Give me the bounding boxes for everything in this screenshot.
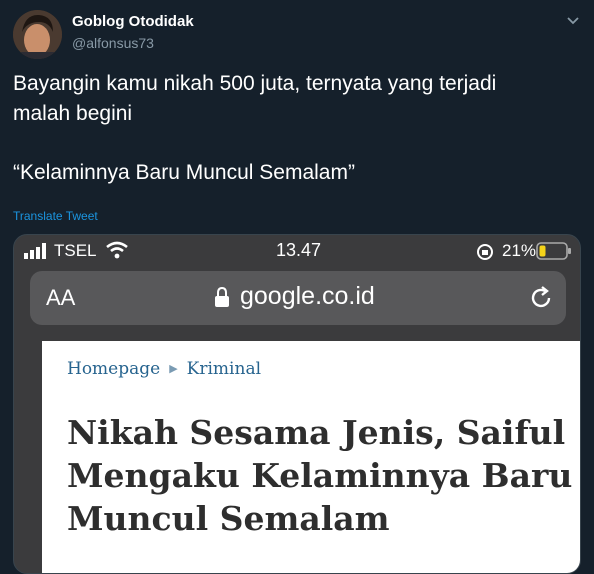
breadcrumb-arrow-icon: ▶ [169, 362, 178, 375]
headline-line-2: Mengaku Kelaminnya Baru [67, 456, 573, 495]
breadcrumb-kriminal[interactable]: Kriminal [187, 359, 261, 379]
text-size-button[interactable]: AA [46, 285, 75, 311]
headline-line-1: Nikah Sesama Jenis, Saiful [67, 413, 566, 452]
carrier-label: TSEL [54, 241, 97, 260]
lock-icon [215, 287, 229, 307]
tweet-text-quote: “Kelaminnya Baru Muncul Semalam” [13, 161, 355, 184]
clock-time: 13.47 [276, 240, 322, 260]
phone-status-bar: TSEL 13.47 21% [14, 235, 580, 269]
translate-tweet-link[interactable]: Translate Tweet [13, 209, 98, 223]
breadcrumb-homepage[interactable]: Homepage [67, 359, 160, 379]
avatar[interactable] [13, 10, 62, 59]
article-headline: Nikah Sesama Jenis, Saiful Mengaku Kelam… [67, 411, 573, 540]
article-page: Homepage ▶ Kriminal Nikah Sesama Jenis, Sa… [42, 341, 580, 573]
signal-icon [24, 243, 46, 259]
author-display-name[interactable]: Goblog Otodidak [72, 13, 194, 30]
chevron-down-icon[interactable] [566, 13, 580, 27]
breadcrumb: Homepage ▶ Kriminal [67, 359, 261, 379]
reload-icon[interactable] [528, 285, 554, 311]
headline-line-3: Muncul Semalam [67, 499, 390, 538]
tweet-media-image[interactable]: TSEL 13.47 21% AA google.co.id Homepage … [13, 234, 581, 574]
avatar-image [13, 10, 62, 59]
url-text[interactable]: google.co.id [240, 282, 375, 311]
wifi-icon [106, 241, 128, 259]
browser-url-bar[interactable]: AA google.co.id [30, 271, 566, 325]
author-handle[interactable]: @alfonsus73 [72, 35, 154, 51]
tweet-text-line-1: Bayangin kamu nikah 500 juta, ternyata y… [13, 72, 497, 95]
rotation-lock-icon [477, 244, 493, 260]
battery-percentage: 21% [502, 241, 537, 260]
tweet-text-line-2: malah begini [13, 102, 133, 125]
battery-icon [536, 242, 571, 260]
